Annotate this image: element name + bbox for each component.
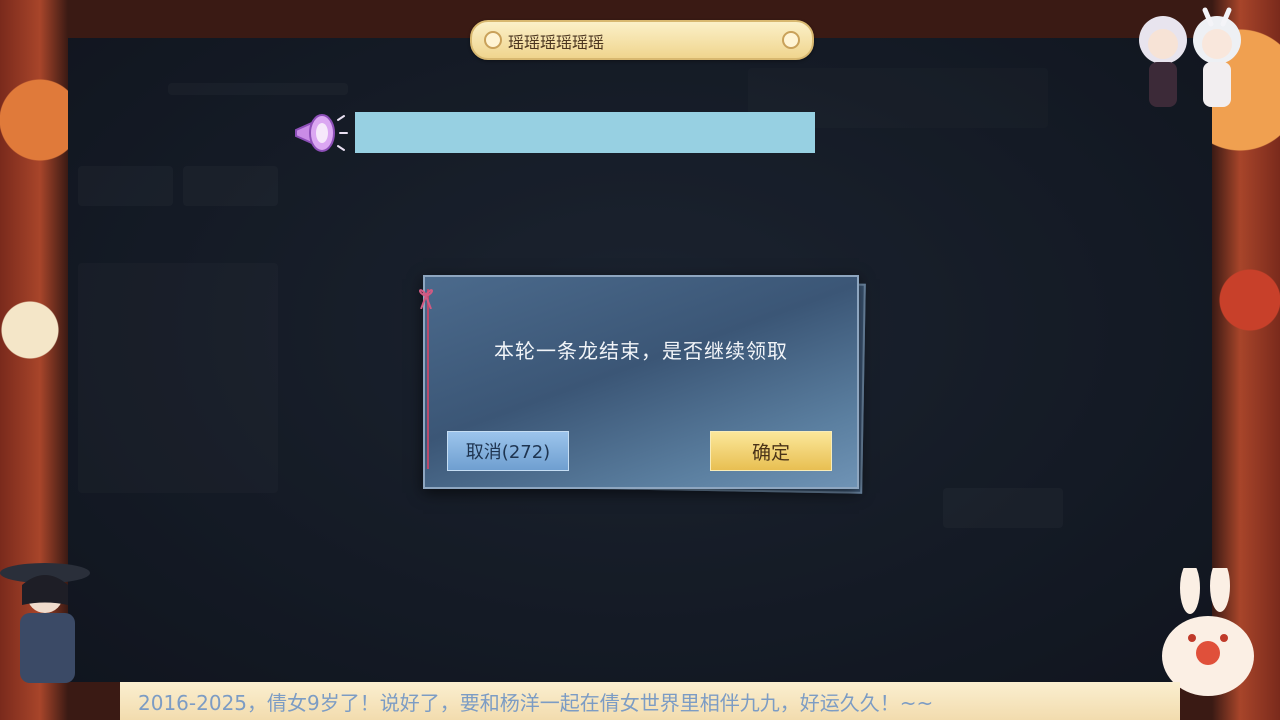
- confirm-dialog: 本轮一条龙结束，是否继续领取 取消(272) 确定: [419, 275, 859, 489]
- plate-ornament-icon: [782, 31, 800, 49]
- title-plate-text: 瑶瑶瑶瑶瑶瑶: [508, 33, 605, 52]
- plate-ornament-icon: [484, 31, 502, 49]
- ribbon-decoration: [427, 289, 437, 469]
- title-plate: 瑶瑶瑶瑶瑶瑶: [470, 20, 814, 60]
- chibi-characters-decoration: [1139, 7, 1241, 107]
- bottom-banner-text: 2016-2025，倩女9岁了！说好了，要和杨洋一起在倩女世界里相伴九九，好运久…: [138, 691, 934, 715]
- rabbit-lantern-decoration: [1162, 568, 1254, 696]
- ribbon-knot-icon: [419, 289, 433, 309]
- cancel-button[interactable]: 取消(272): [447, 431, 569, 471]
- confirm-button[interactable]: 确定: [710, 431, 832, 471]
- swordsman-character-decoration: [0, 563, 90, 683]
- megaphone-icon: [295, 114, 348, 152]
- announcement-bar: [355, 112, 815, 153]
- dialog-message: 本轮一条龙结束，是否继续领取: [494, 339, 788, 363]
